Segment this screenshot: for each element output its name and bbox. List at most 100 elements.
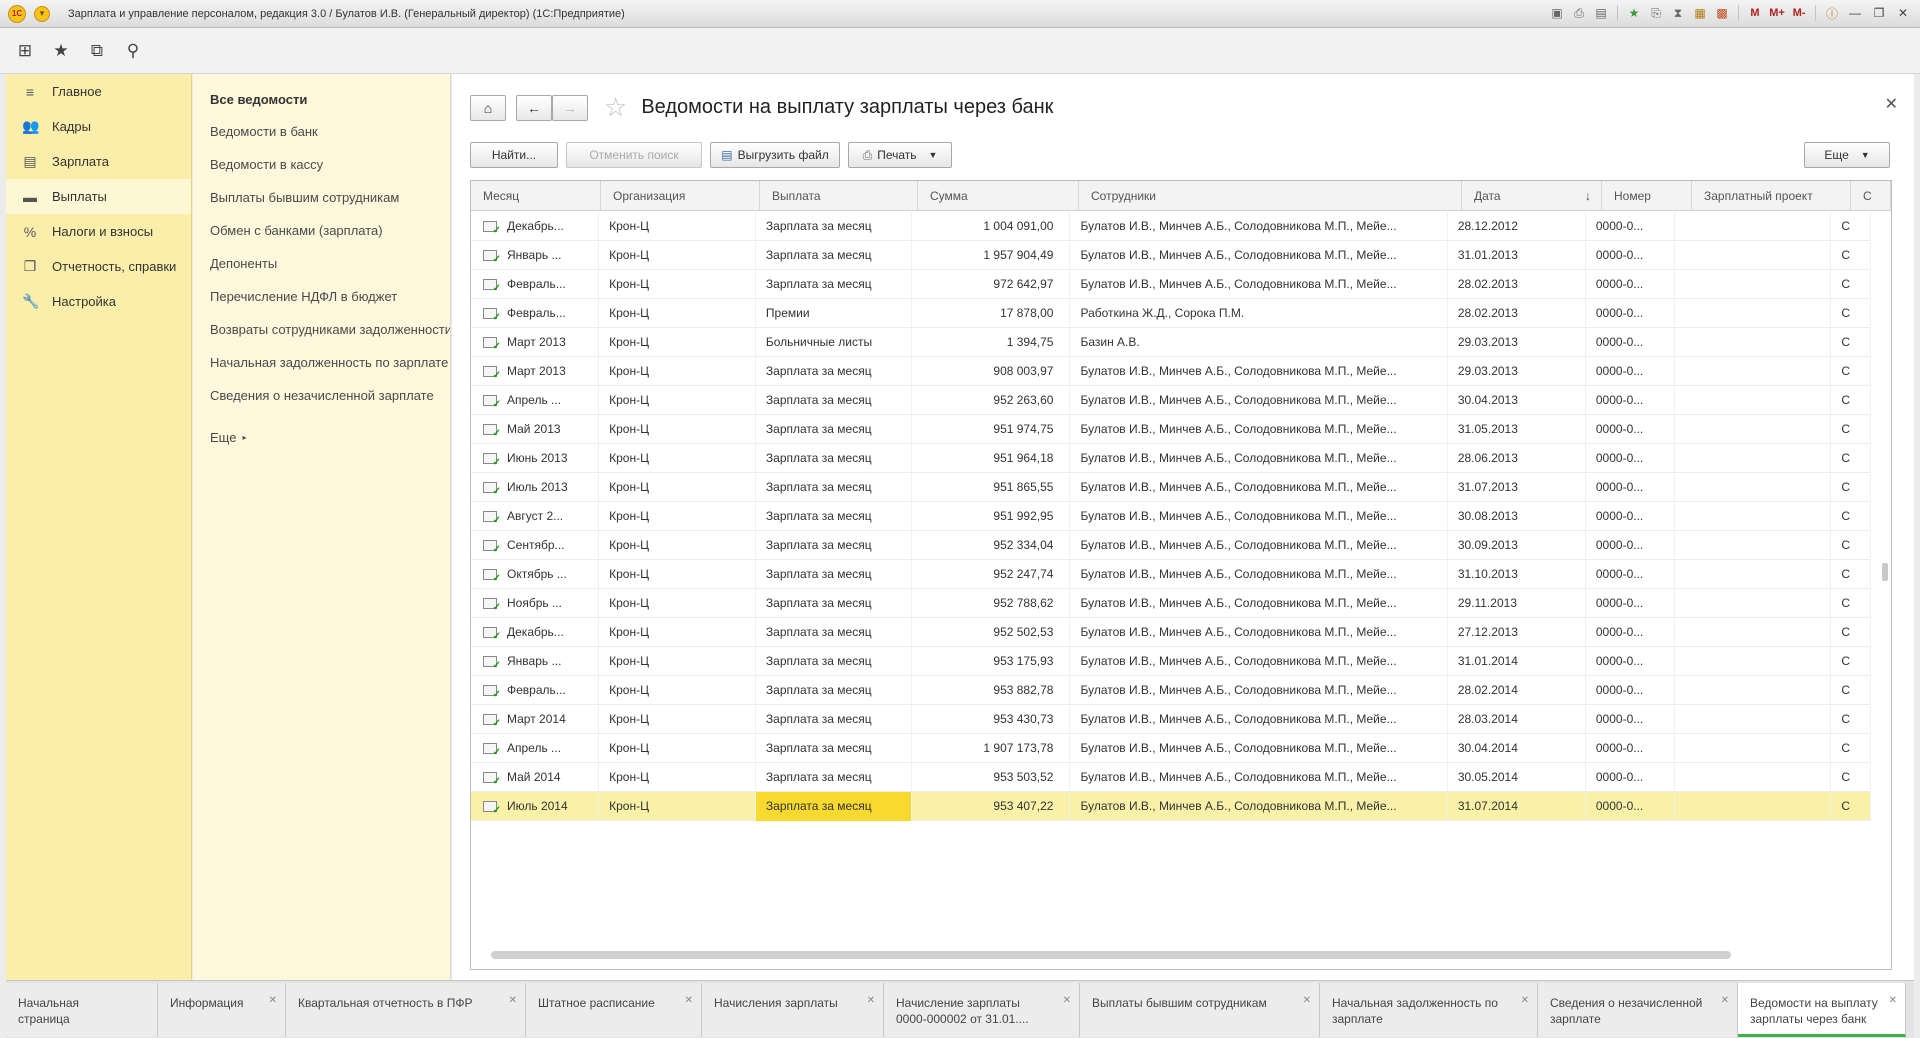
- cell-date[interactable]: 30.04.2014: [1448, 734, 1586, 763]
- column-salary-project[interactable]: Зарплатный проект: [1692, 181, 1851, 211]
- close-form-button[interactable]: ✕: [1885, 94, 1898, 114]
- window-tab[interactable]: Ведомости на выплату зарплаты через банк…: [1738, 983, 1906, 1037]
- table-row[interactable]: Апрель ... Крон-Ц Зарплата за месяц 952 263…: [471, 386, 1871, 415]
- back-button[interactable]: ←: [516, 94, 552, 121]
- cell-payment[interactable]: Зарплата за месяц: [756, 473, 912, 502]
- cell-number[interactable]: 0000-0...: [1586, 473, 1675, 502]
- history-icon[interactable]: ⧉: [86, 40, 108, 62]
- nav-link-former-employees[interactable]: Выплаты бывшим сотрудникам: [210, 190, 450, 223]
- cell-amount[interactable]: 972 642,97: [912, 270, 1071, 299]
- window-tab[interactable]: Квартальная отчетность в ПФР ✕: [286, 983, 526, 1037]
- cell-month[interactable]: Февраль...: [471, 676, 600, 705]
- cell-number[interactable]: 0000-0...: [1586, 647, 1675, 676]
- cell-month[interactable]: Октябрь ...: [471, 560, 600, 589]
- cell-payment[interactable]: Зарплата за месяц: [756, 560, 912, 589]
- cell-employees[interactable]: Булатов И.В., Минчев А.Б., Солодовникова…: [1070, 589, 1448, 618]
- column-extra[interactable]: С: [1851, 181, 1891, 211]
- cell-month[interactable]: Март 2014: [471, 705, 600, 734]
- cell-extra[interactable]: С: [1831, 589, 1871, 618]
- cell-employees[interactable]: Булатов И.В., Минчев А.Б., Солодовникова…: [1070, 618, 1448, 647]
- window-tab[interactable]: Штатное расписание ✕: [526, 983, 702, 1037]
- cell-extra[interactable]: С: [1831, 241, 1871, 270]
- cell-extra[interactable]: С: [1831, 357, 1871, 386]
- cell-salary-project[interactable]: [1675, 357, 1832, 386]
- table-row[interactable]: Декабрь... Крон-Ц Зарплата за месяц 1 004 0…: [471, 212, 1871, 241]
- cell-payment[interactable]: Зарплата за месяц: [756, 531, 912, 560]
- window-tab[interactable]: Начисления зарплаты ✕: [702, 983, 884, 1037]
- cell-payment[interactable]: Зарплата за месяц: [756, 386, 912, 415]
- table-row[interactable]: Май 2014 Крон-Ц Зарплата за месяц 953 503,5…: [471, 763, 1871, 792]
- table-row[interactable]: Октябрь ... Крон-Ц Зарплата за месяц 952 24…: [471, 560, 1871, 589]
- cell-payment[interactable]: Зарплата за месяц: [756, 618, 912, 647]
- cell-payment[interactable]: Зарплата за месяц: [756, 357, 912, 386]
- column-amount[interactable]: Сумма: [918, 181, 1079, 211]
- nav-link-cash-statements[interactable]: Ведомости в кассу: [210, 157, 450, 190]
- cell-date[interactable]: 31.01.2013: [1448, 241, 1586, 270]
- cell-number[interactable]: 0000-0...: [1586, 444, 1675, 473]
- column-payment[interactable]: Выплата: [760, 181, 918, 211]
- link-icon[interactable]: ⎘: [1646, 4, 1666, 22]
- cell-organization[interactable]: Крон-Ц: [599, 415, 756, 444]
- calendar-icon[interactable]: ▩: [1712, 4, 1732, 22]
- cell-payment[interactable]: Премии: [756, 299, 912, 328]
- cell-number[interactable]: 0000-0...: [1586, 212, 1675, 241]
- cell-organization[interactable]: Крон-Ц: [599, 299, 756, 328]
- cell-month[interactable]: Июль 2013: [471, 473, 600, 502]
- cell-amount[interactable]: 951 992,95: [912, 502, 1071, 531]
- table-row[interactable]: Апрель ... Крон-Ц Зарплата за месяц 1 907 1…: [471, 734, 1871, 763]
- close-tab-icon[interactable]: ✕: [1889, 993, 1897, 1009]
- cell-amount[interactable]: 952 334,04: [912, 531, 1071, 560]
- cell-date[interactable]: 28.02.2013: [1448, 270, 1586, 299]
- cell-organization[interactable]: Крон-Ц: [599, 792, 756, 821]
- cell-amount[interactable]: 951 964,18: [912, 444, 1071, 473]
- cell-amount[interactable]: 1 004 091,00: [912, 212, 1071, 241]
- cell-date[interactable]: 28.02.2013: [1448, 299, 1586, 328]
- cell-month[interactable]: Январь ...: [471, 647, 600, 676]
- nav-header[interactable]: Все ведомости: [210, 92, 307, 107]
- cell-date[interactable]: 31.10.2013: [1448, 560, 1586, 589]
- cell-date[interactable]: 31.07.2013: [1448, 473, 1586, 502]
- table-row[interactable]: Январь ... Крон-Ц Зарплата за месяц 1 957 9…: [471, 241, 1871, 270]
- cell-payment[interactable]: Зарплата за месяц: [756, 241, 912, 270]
- cell-month[interactable]: Апрель ...: [471, 734, 600, 763]
- cell-amount[interactable]: 1 907 173,78: [912, 734, 1071, 763]
- cell-extra[interactable]: С: [1831, 560, 1871, 589]
- cell-month[interactable]: Сентябр...: [471, 531, 600, 560]
- cell-date[interactable]: 31.07.2014: [1448, 792, 1586, 821]
- cell-salary-project[interactable]: [1675, 618, 1832, 647]
- table-row[interactable]: Август 2... Крон-Ц Зарплата за месяц 951 99…: [471, 502, 1871, 531]
- cell-extra[interactable]: С: [1831, 734, 1871, 763]
- nav-more-link[interactable]: Еще ▸: [210, 421, 450, 454]
- cell-payment[interactable]: Зарплата за месяц: [756, 676, 912, 705]
- favorite-star-icon[interactable]: ☆: [604, 92, 627, 123]
- cell-extra[interactable]: С: [1831, 676, 1871, 705]
- cell-month[interactable]: Февраль...: [471, 270, 600, 299]
- close-tab-icon[interactable]: ✕: [269, 993, 277, 1009]
- close-tab-icon[interactable]: ✕: [1521, 993, 1529, 1009]
- cell-number[interactable]: 0000-0...: [1586, 792, 1675, 821]
- table-row[interactable]: Ноябрь ... Крон-Ц Зарплата за месяц 952 788…: [471, 589, 1871, 618]
- main-menu-icon[interactable]: ▾: [34, 5, 50, 22]
- close-tab-icon[interactable]: ✕: [1721, 993, 1729, 1009]
- section-reports[interactable]: ❐ Отчетность, справки: [6, 249, 191, 284]
- cell-organization[interactable]: Крон-Ц: [599, 763, 756, 792]
- cell-amount[interactable]: 951 865,55: [912, 473, 1071, 502]
- cell-salary-project[interactable]: [1675, 473, 1832, 502]
- export-file-button[interactable]: ▤ Выгрузить файл: [710, 142, 840, 168]
- table-row[interactable]: Январь ... Крон-Ц Зарплата за месяц 953 175…: [471, 647, 1871, 676]
- cell-number[interactable]: 0000-0...: [1586, 531, 1675, 560]
- cell-payment[interactable]: Зарплата за месяц: [756, 589, 912, 618]
- section-hr[interactable]: 👥 Кадры: [6, 109, 191, 144]
- horizontal-scrollbar[interactable]: [491, 951, 1731, 959]
- cell-extra[interactable]: С: [1831, 647, 1871, 676]
- cell-month[interactable]: Январь ...: [471, 241, 600, 270]
- cell-payment[interactable]: Зарплата за месяц: [756, 444, 912, 473]
- window-tab[interactable]: Выплаты бывшим сотрудникам ✕: [1080, 983, 1320, 1037]
- cell-payment[interactable]: Зарплата за месяц: [756, 647, 912, 676]
- nav-link-bank-statements[interactable]: Ведомости в банк: [210, 124, 450, 157]
- column-organization[interactable]: Организация: [601, 181, 760, 211]
- search-icon[interactable]: ⚲: [122, 40, 144, 62]
- cell-salary-project[interactable]: [1675, 502, 1832, 531]
- section-salary[interactable]: ▤ Зарплата: [6, 144, 191, 179]
- close-tab-icon[interactable]: ✕: [1303, 993, 1311, 1009]
